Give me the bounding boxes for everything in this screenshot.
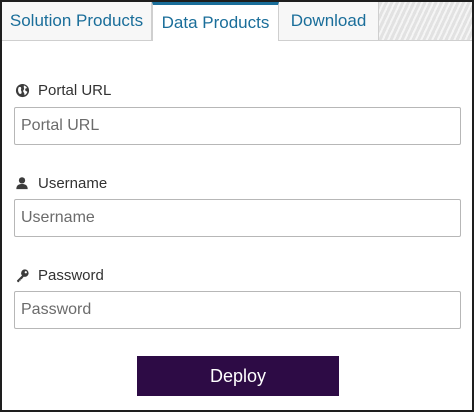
deploy-button[interactable]: Deploy [137,356,339,396]
globe-icon [14,82,30,98]
password-input[interactable] [14,291,461,329]
username-label-text: Username [38,174,108,192]
portal-url-input[interactable] [14,107,461,145]
username-label: Username [14,173,107,193]
user-icon [14,175,30,191]
tab-data-products[interactable]: Data Products [152,2,279,41]
password-label-text: Password [38,266,104,284]
password-label: Password [14,265,104,285]
tab-bar: Solution Products Data Products Download [2,2,472,41]
tab-solution-products[interactable]: Solution Products [2,2,152,40]
portal-url-label: Portal URL [14,80,111,100]
key-icon [14,267,30,283]
username-input[interactable] [14,199,461,237]
tab-download[interactable]: Download [279,2,379,40]
portal-url-label-text: Portal URL [38,81,112,99]
deploy-panel: Solution Products Data Products Download… [0,0,474,412]
